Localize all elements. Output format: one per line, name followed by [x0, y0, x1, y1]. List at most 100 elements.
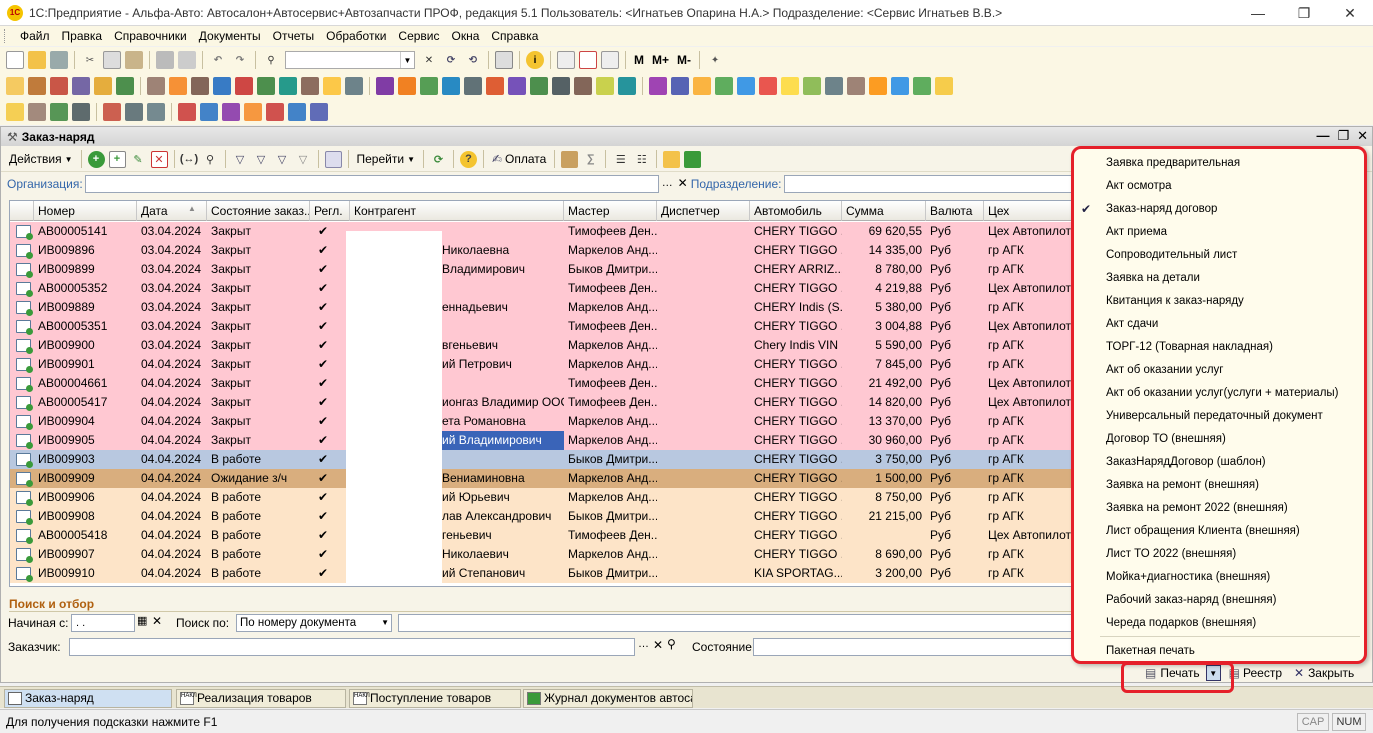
menu-catalogs[interactable]: Справочники [108, 29, 193, 43]
from-date-field[interactable]: . . [71, 614, 135, 632]
print-form-item[interactable]: Заявка предварительная [1106, 157, 1240, 169]
column-header[interactable]: Контрагент [350, 201, 564, 221]
table-row[interactable]: АВ00005141 03.04.2024 Закрыт ✔ Тимофеев Ден.… [10, 222, 1108, 241]
table-row[interactable]: ИВ009903 04.04.2024 В работе ✔ Быков Дмитри.… [10, 450, 1108, 469]
list-icon[interactable]: ☷ [633, 151, 650, 168]
column-header[interactable]: Диспетчер [657, 201, 750, 221]
catalog-shortcut-icon[interactable] [935, 77, 953, 95]
structure-icon[interactable]: ☰ [612, 151, 629, 168]
column-header[interactable]: Автомобиль [750, 201, 842, 221]
column-header[interactable]: Валюта [926, 201, 984, 221]
column-header[interactable]: Регл. [310, 201, 350, 221]
table-row[interactable]: ИВ009889 03.04.2024 Закрыт ✔ еннадьевич Марке… [10, 298, 1108, 317]
organization-field[interactable]: … ✕ [84, 175, 688, 193]
column-header[interactable]: Мастер [564, 201, 657, 221]
save-icon[interactable] [50, 51, 68, 69]
document-shortcut-icon[interactable] [266, 103, 284, 121]
chevron-down-icon[interactable]: ▼ [400, 52, 414, 68]
document-shortcut-icon[interactable] [244, 103, 262, 121]
document-shortcut-icon[interactable] [72, 103, 90, 121]
print-form-item[interactable]: Акт об оказании услуг [1106, 364, 1224, 376]
catalog-shortcut-icon[interactable] [376, 77, 394, 95]
close-button[interactable]: Закрыть [1308, 666, 1354, 680]
table-row[interactable]: ИВ009908 04.04.2024 В работе ✔ лав Александр… [10, 507, 1108, 526]
menu-documents[interactable]: Документы [193, 29, 267, 43]
actions-menu-button[interactable]: Действия ▼ [5, 152, 77, 166]
clear-filter-icon[interactable]: ▽ [295, 151, 312, 168]
print-form-item[interactable]: Лист ТО 2022 (внешняя) [1106, 548, 1236, 560]
print-form-item[interactable]: Заявка на ремонт (внешняя) [1106, 479, 1259, 491]
catalog-shortcut-icon[interactable] [596, 77, 614, 95]
calendar-icon[interactable] [579, 51, 597, 69]
select-icon[interactable]: … [662, 177, 673, 189]
catalog-shortcut-icon[interactable] [28, 77, 46, 95]
table-row[interactable]: ИВ009910 04.04.2024 В работе ✔ ий Степанович… [10, 564, 1108, 583]
clear-icon[interactable]: ✕ [678, 176, 688, 190]
print-form-item[interactable]: Заказ-наряд договор [1106, 203, 1217, 215]
calendar-small-icon[interactable]: ▦ [137, 614, 147, 627]
menu-windows[interactable]: Окна [446, 29, 486, 43]
folder-icon[interactable] [663, 150, 681, 168]
document-shortcut-icon[interactable] [50, 103, 68, 121]
menu-processing[interactable]: Обработки [320, 29, 392, 43]
customer-field[interactable] [69, 638, 635, 656]
copy-add-icon[interactable]: + [108, 150, 126, 168]
goto-menu-button[interactable]: Перейти ▼ [353, 152, 419, 166]
sort-arrow-icon[interactable]: ▲ [188, 204, 196, 213]
catalog-shortcut-icon[interactable] [649, 77, 667, 95]
table-row[interactable]: ИВ009907 04.04.2024 В работе ✔ Николаевич Мар… [10, 545, 1108, 564]
catalog-shortcut-icon[interactable] [737, 77, 755, 95]
print-form-item[interactable]: Лист обращения Клиента (внешняя) [1106, 525, 1300, 537]
minimize-button[interactable]: — [1235, 0, 1281, 26]
paste-icon[interactable] [125, 51, 143, 69]
redo-icon[interactable]: ↷ [231, 51, 249, 69]
catalog-shortcut-icon[interactable] [781, 77, 799, 95]
tools-icon[interactable]: ✦ [706, 51, 724, 69]
interval-icon[interactable]: (↔) [180, 151, 198, 168]
delete-icon[interactable]: ✕ [150, 150, 168, 168]
catalog-shortcut-icon[interactable] [235, 77, 253, 95]
table-row[interactable]: ИВ009900 03.04.2024 Закрыт ✔ вгеньевич Маркел… [10, 336, 1108, 355]
catalog-shortcut-icon[interactable] [94, 77, 112, 95]
catalog-shortcut-icon[interactable] [913, 77, 931, 95]
table-row[interactable]: ИВ009899 03.04.2024 Закрыт ✔ Владимирович Бык… [10, 260, 1108, 279]
catalog-shortcut-icon[interactable] [345, 77, 363, 95]
state-field[interactable] [753, 638, 1078, 656]
search-customer-icon[interactable]: ⚲ [667, 637, 676, 651]
catalog-shortcut-icon[interactable] [213, 77, 231, 95]
doc-restore-button[interactable]: ❐ [1337, 128, 1349, 144]
doc-minimize-button[interactable]: — [1316, 128, 1329, 144]
catalog-shortcut-icon[interactable] [279, 77, 297, 95]
print-form-item[interactable]: Акт приема [1106, 226, 1167, 238]
document-shortcut-icon[interactable] [178, 103, 196, 121]
table-row[interactable]: АВ00004661 04.04.2024 Закрыт ✔ Тимофеев Ден.… [10, 374, 1108, 393]
catalog-shortcut-icon[interactable] [693, 77, 711, 95]
doc-close-button[interactable]: ✕ [1357, 128, 1368, 144]
catalog-shortcut-icon[interactable] [323, 77, 341, 95]
catalog-shortcut-icon[interactable] [618, 77, 636, 95]
document-shortcut-icon[interactable] [200, 103, 218, 121]
document-shortcut-icon[interactable] [147, 103, 165, 121]
close-window-button[interactable]: ✕ [1327, 0, 1373, 26]
catalog-shortcut-icon[interactable] [420, 77, 438, 95]
windows-icon[interactable] [495, 51, 513, 69]
cut-icon[interactable]: ✂ [81, 51, 99, 69]
memory-plus-button[interactable]: M+ [652, 53, 669, 67]
catalog-shortcut-icon[interactable] [301, 77, 319, 95]
print-form-item[interactable]: Акт сдачи [1106, 318, 1158, 330]
document-shortcut-icon[interactable] [6, 103, 24, 121]
document-shortcut-icon[interactable] [103, 103, 121, 121]
chevron-down-icon[interactable]: ▼ [381, 615, 389, 631]
print-doc-icon[interactable] [561, 150, 579, 168]
print-form-item[interactable]: Череда подарков (внешняя) [1106, 617, 1256, 629]
catalog-shortcut-icon[interactable] [715, 77, 733, 95]
catalog-shortcut-icon[interactable] [50, 77, 68, 95]
payment-button[interactable]: ✍ Оплата [488, 152, 550, 166]
filter-by-value-icon[interactable]: ▽ [253, 151, 270, 168]
print-form-item[interactable]: Сопроводительный лист [1106, 249, 1237, 261]
catalog-shortcut-icon[interactable] [169, 77, 187, 95]
column-header[interactable] [10, 201, 34, 221]
document-shortcut-icon[interactable] [310, 103, 328, 121]
print-form-item[interactable]: ТОРГ-12 (Товарная накладная) [1106, 341, 1273, 353]
catalog-shortcut-icon[interactable] [825, 77, 843, 95]
